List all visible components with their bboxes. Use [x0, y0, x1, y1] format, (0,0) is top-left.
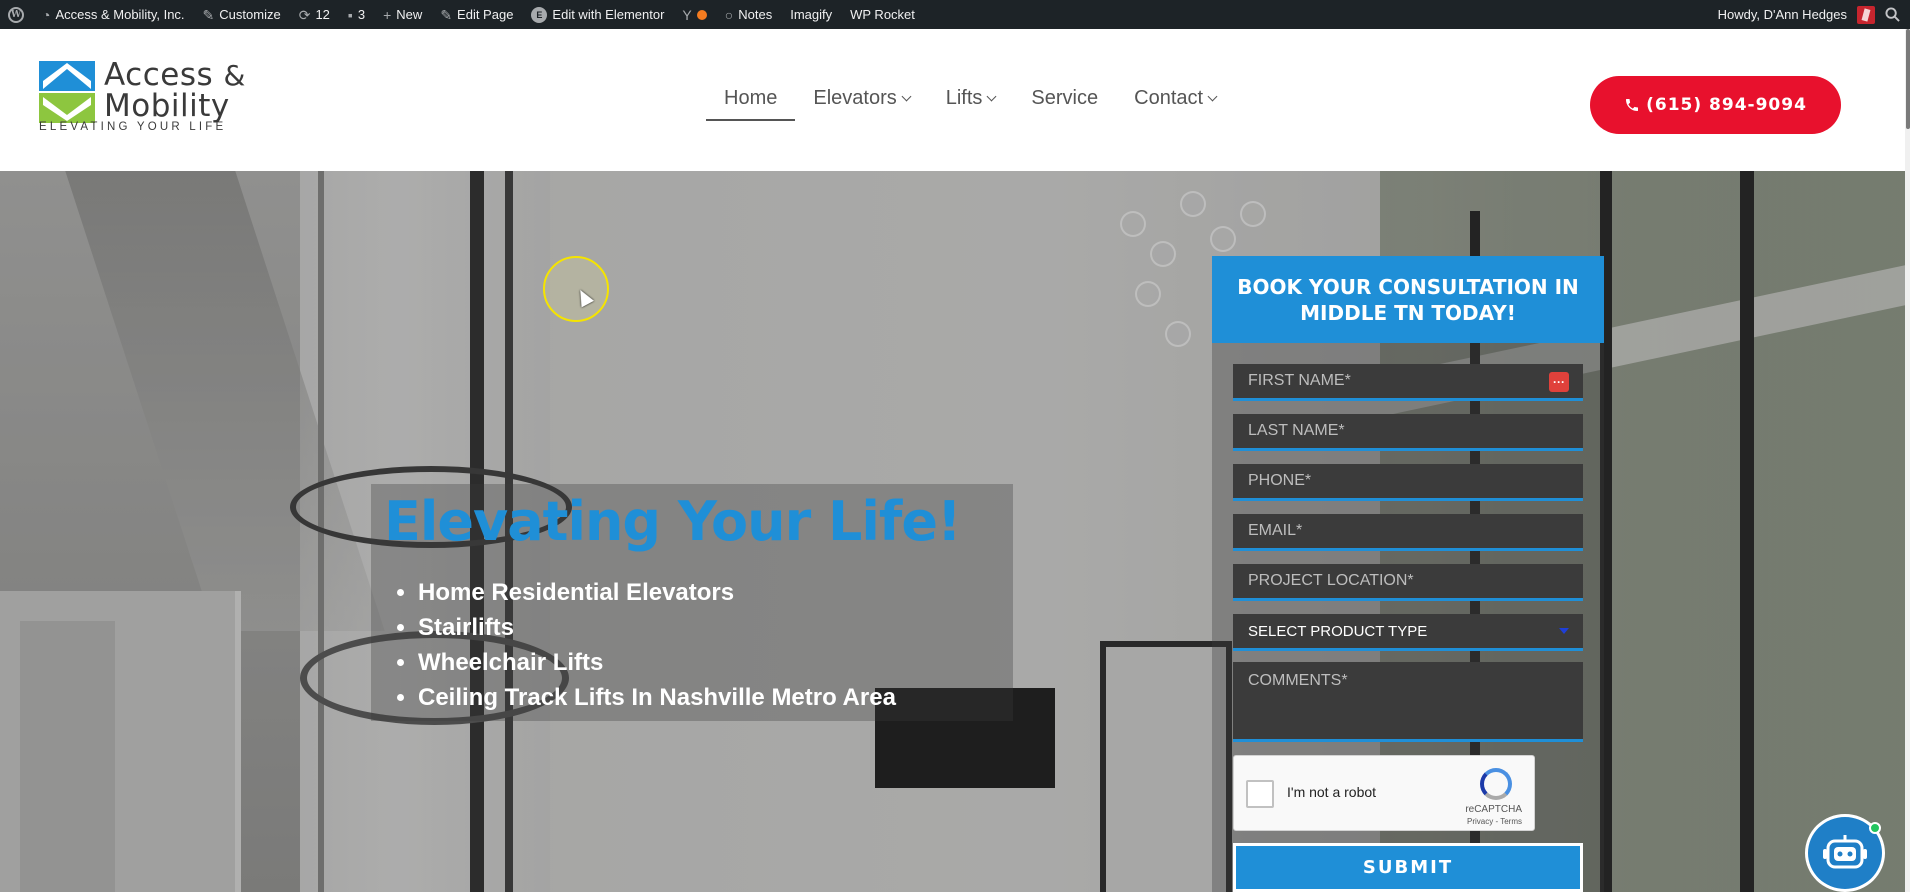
comment-icon: ▪	[347, 6, 353, 23]
admin-imagify[interactable]: Imagify	[790, 7, 832, 22]
hero-services-list: Home Residential Elevators Stairlifts Wh…	[384, 575, 896, 715]
admin-wp-rocket[interactable]: WP Rocket	[850, 7, 915, 22]
list-item: Stairlifts	[418, 610, 896, 645]
admin-edit-page[interactable]: ✎ Edit Page	[440, 7, 513, 22]
product-type-select[interactable]: SELECT PRODUCT TYPE	[1233, 614, 1583, 651]
email-field[interactable]: EMAIL*	[1233, 514, 1583, 551]
robot-icon	[1823, 835, 1867, 869]
nav-item-elevators[interactable]: Elevators	[795, 87, 927, 121]
pencil-icon: ✎	[440, 6, 453, 23]
nav-item-lifts[interactable]: Lifts	[928, 87, 1014, 121]
nav-item-contact[interactable]: Contact	[1116, 87, 1234, 121]
recaptcha-logo-icon	[1480, 768, 1512, 800]
admin-site-name[interactable]: ◔ Access & Mobility, Inc.	[42, 7, 185, 22]
online-status-dot	[1869, 822, 1881, 834]
recaptcha-brand: reCAPTCHA	[1465, 804, 1522, 815]
site-logo[interactable]: Access & Mobility ELEVATING YOUR LIFE	[39, 59, 249, 139]
logo-word-mobility: Mobility	[104, 88, 230, 124]
wp-admin-bar: W ◔ Access & Mobility, Inc. ✎ Customize …	[0, 0, 1910, 29]
list-item: Wheelchair Lifts	[418, 645, 896, 680]
refresh-icon: ⟳	[298, 6, 311, 23]
admin-updates[interactable]: ⟳ 12	[299, 7, 330, 22]
list-item: Home Residential Elevators	[418, 575, 896, 610]
phone-field[interactable]: PHONE*	[1233, 464, 1583, 501]
project-location-field[interactable]: PROJECT LOCATION*	[1233, 564, 1583, 601]
elementor-icon: E	[531, 6, 548, 23]
chevron-down-icon	[901, 91, 912, 102]
admin-customize[interactable]: ✎ Customize	[203, 7, 281, 22]
phone-icon	[1626, 99, 1639, 111]
admin-yoast[interactable]: Y	[682, 6, 707, 23]
comments-textarea[interactable]: COMMENTS*	[1233, 662, 1583, 742]
chevron-down-icon	[986, 91, 997, 102]
admin-notes[interactable]: ○ Notes	[725, 7, 772, 22]
recaptcha-links[interactable]: Privacy - Terms	[1467, 817, 1522, 826]
admin-bar-right: Howdy, D'Ann Hedges	[1718, 0, 1900, 29]
form-title: BOOK YOUR CONSULTATION IN MIDDLE TN TODA…	[1212, 256, 1604, 343]
admin-howdy[interactable]: Howdy, D'Ann Hedges	[1718, 7, 1847, 22]
dashboard-icon: ◔	[42, 6, 51, 23]
recaptcha-widget: I'm not a robot reCAPTCHA Privacy - Term…	[1233, 755, 1535, 831]
avatar[interactable]	[1857, 5, 1875, 24]
wordpress-logo-icon[interactable]: W	[8, 6, 24, 23]
seo-status-dot	[696, 9, 707, 20]
phone-call-button[interactable]: (615) 894-9094	[1590, 76, 1841, 134]
search-icon[interactable]	[1885, 7, 1900, 22]
last-name-field[interactable]: LAST NAME*	[1233, 414, 1583, 451]
speech-bubble-icon: ○	[724, 6, 734, 23]
yoast-icon: Y	[682, 6, 692, 23]
recaptcha-label: I'm not a robot	[1287, 784, 1377, 800]
site-header: Access & Mobility ELEVATING YOUR LIFE Ho…	[0, 29, 1910, 171]
admin-comments[interactable]: ▪ 3	[348, 7, 365, 22]
list-item: Ceiling Track Lifts In Nashville Metro A…	[418, 680, 896, 715]
logo-tagline: ELEVATING YOUR LIFE	[39, 121, 227, 133]
submit-button[interactable]: SUBMIT	[1233, 843, 1583, 892]
main-nav: Home Elevators Lifts Service Contact	[706, 87, 1234, 121]
nav-item-service[interactable]: Service	[1013, 87, 1116, 121]
cursor-highlight	[543, 256, 609, 322]
hero-headline: Elevating Your Life!	[384, 490, 962, 553]
recaptcha-checkbox[interactable]	[1246, 780, 1274, 808]
nav-item-home[interactable]: Home	[706, 87, 796, 121]
dropdown-arrow-icon	[1559, 628, 1569, 634]
admin-edit-elementor[interactable]: E Edit with Elementor	[531, 6, 664, 23]
logo-mark-icon	[39, 61, 95, 123]
password-manager-icon[interactable]: ···	[1549, 372, 1569, 392]
chevron-down-icon	[1207, 91, 1218, 102]
plus-icon: +	[383, 6, 392, 23]
admin-new[interactable]: + New	[383, 7, 422, 22]
page-scrollbar[interactable]	[1905, 29, 1910, 892]
scrollbar-thumb[interactable]	[1906, 29, 1910, 129]
first-name-field[interactable]: FIRST NAME* ···	[1233, 364, 1583, 401]
brush-icon: ✎	[202, 6, 215, 23]
